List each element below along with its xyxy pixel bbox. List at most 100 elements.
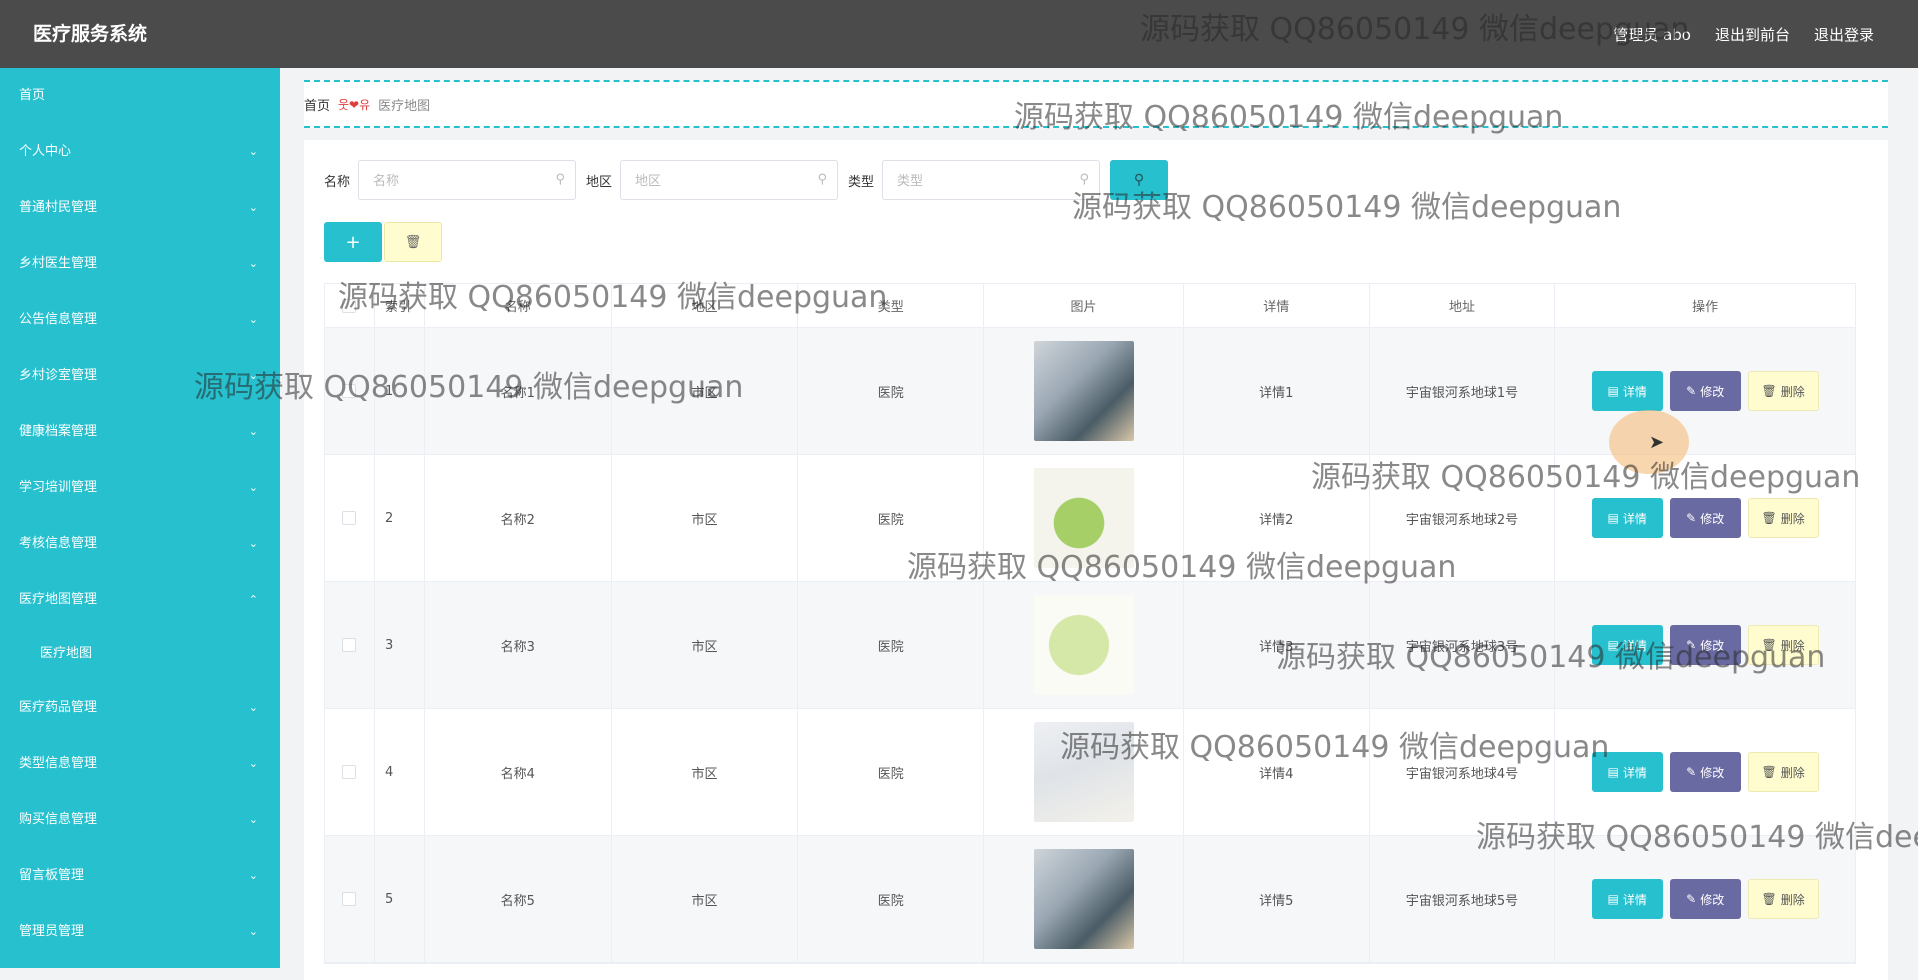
table-row: 3 名称3 市区 医院 详情3 宇宙银河系地球3号 ▤ 详情 ✎ 修改 🗑 删除 — [325, 582, 1855, 709]
delete-button[interactable]: 🗑 删除 — [1747, 752, 1819, 792]
row-name: 名称2 — [425, 455, 612, 581]
breadcrumb-home[interactable]: 首页 — [304, 95, 330, 114]
row-type: 医院 — [798, 836, 985, 962]
row-type: 医院 — [798, 582, 985, 708]
search-icon: ⚲ — [817, 172, 828, 187]
edit-button[interactable]: ✎ 修改 — [1669, 371, 1741, 411]
pencil-icon: ✎ — [1686, 511, 1697, 525]
row-region: 市区 — [612, 455, 799, 581]
sidebar-item-clinic[interactable]: 乡村诊室管理 ⌄ — [0, 348, 280, 404]
detail-button[interactable]: ▤ 详情 — [1591, 498, 1663, 538]
row-checkbox[interactable] — [342, 384, 357, 398]
sidebar-item-training[interactable]: 学习培训管理 ⌄ — [0, 460, 280, 516]
pencil-icon: ✎ — [1686, 384, 1697, 398]
sidebar-item-label: 医疗药品管理 — [19, 700, 98, 715]
row-address: 宇宙银河系地球1号 — [1370, 328, 1556, 454]
row-checkbox[interactable] — [342, 892, 357, 906]
delete-button[interactable]: 🗑 删除 — [1747, 879, 1819, 919]
sidebar-item-label: 学习培训管理 — [19, 480, 98, 495]
row-region: 市区 — [612, 709, 799, 835]
add-button[interactable]: + — [324, 222, 382, 262]
sidebar-item-health-record[interactable]: 健康档案管理 ⌄ — [0, 404, 280, 460]
map-thumbnail[interactable] — [1033, 341, 1134, 441]
sidebar-item-purchase[interactable]: 购买信息管理 ⌄ — [0, 792, 280, 848]
header-detail: 详情 — [1184, 284, 1370, 327]
sidebar-item-label: 留言板管理 — [19, 868, 85, 883]
row-checkbox[interactable] — [342, 511, 357, 525]
row-region: 市区 — [612, 582, 799, 708]
chevron-down-icon: ⌄ — [248, 869, 258, 882]
region-field: ⚲ — [620, 160, 839, 200]
sidebar-item-notice[interactable]: 公告信息管理 ⌄ — [0, 292, 280, 348]
row-name: 名称1 — [425, 328, 612, 454]
sidebar-item-admin[interactable]: 管理员管理 ⌄ — [0, 904, 280, 960]
row-image-cell — [984, 328, 1184, 454]
logout-link[interactable]: 退出登录 — [1814, 24, 1874, 45]
row-operations: ▤ 详情 ✎ 修改 🗑 删除 — [1555, 328, 1855, 454]
detail-button-label: 详情 — [1622, 384, 1647, 399]
toolbar: + 🗑 — [324, 222, 442, 262]
name-field: ⚲ — [358, 160, 577, 200]
detail-button[interactable]: ▤ 详情 — [1591, 371, 1663, 411]
type-input[interactable] — [883, 161, 1100, 199]
map-thumbnail[interactable] — [1033, 722, 1134, 822]
sidebar-item-type-info[interactable]: 类型信息管理 ⌄ — [0, 736, 280, 792]
row-checkbox[interactable] — [342, 638, 357, 652]
detail-button-label: 详情 — [1622, 511, 1647, 526]
delete-button[interactable]: 🗑 删除 — [1747, 371, 1819, 411]
row-index: 1 — [375, 328, 425, 454]
sidebar-item-label: 类型信息管理 — [19, 756, 98, 771]
detail-button-label: 详情 — [1622, 892, 1647, 907]
detail-button[interactable]: ▤ 详情 — [1591, 879, 1663, 919]
region-input[interactable] — [621, 161, 838, 199]
sidebar-item-villager[interactable]: 普通村民管理 ⌄ — [0, 180, 280, 236]
edit-button[interactable]: ✎ 修改 — [1669, 498, 1741, 538]
chevron-down-icon: ⌄ — [248, 257, 258, 270]
sidebar-item-medicine[interactable]: 医疗药品管理 ⌄ — [0, 680, 280, 736]
sidebar-item-label: 首页 — [19, 88, 46, 103]
map-thumbnail[interactable] — [1033, 849, 1134, 949]
sidebar-item-assessment[interactable]: 考核信息管理 ⌄ — [0, 516, 280, 572]
map-thumbnail[interactable] — [1033, 468, 1134, 568]
sidebar-item-doctor[interactable]: 乡村医生管理 ⌄ — [0, 236, 280, 292]
delete-button[interactable]: 🗑 删除 — [1747, 498, 1819, 538]
edit-button[interactable]: ✎ 修改 — [1669, 752, 1741, 792]
edit-button[interactable]: ✎ 修改 — [1669, 625, 1741, 665]
map-thumbnail[interactable] — [1033, 595, 1134, 695]
header-image: 图片 — [984, 284, 1184, 327]
select-all-checkbox[interactable] — [342, 298, 357, 313]
edit-button-label: 修改 — [1700, 511, 1725, 526]
batch-delete-button[interactable]: 🗑 — [384, 222, 442, 262]
edit-button[interactable]: ✎ 修改 — [1669, 879, 1741, 919]
detail-button[interactable]: ▤ 详情 — [1591, 625, 1663, 665]
sidebar-item-label: 考核信息管理 — [19, 536, 98, 551]
breadcrumb-separator-icon: 웃❤유 — [338, 97, 371, 112]
trash-icon: 🗑 — [1761, 765, 1777, 779]
current-user: 管理员 abo — [1613, 25, 1691, 44]
chevron-down-icon: ⌄ — [248, 481, 258, 494]
main-content: 首页 웃❤유 医疗地图 名称 ⚲ 地区 ⚲ 类型 ⚲ ⚲ + 🗑 — [280, 68, 1918, 980]
sidebar-item-message-board[interactable]: 留言板管理 ⌄ — [0, 848, 280, 904]
detail-button[interactable]: ▤ 详情 — [1591, 752, 1663, 792]
breadcrumb-current: 医疗地图 — [378, 98, 431, 114]
row-operations: ▤ 详情 ✎ 修改 🗑 删除 — [1555, 709, 1855, 835]
pencil-icon: ✎ — [1686, 892, 1697, 906]
row-image-cell — [984, 582, 1184, 708]
name-input[interactable] — [359, 161, 576, 199]
to-front-link[interactable]: 退出到前台 — [1715, 24, 1790, 45]
row-checkbox[interactable] — [342, 765, 357, 779]
sidebar-item-home[interactable]: 首页 — [0, 68, 280, 124]
search-button[interactable]: ⚲ — [1110, 160, 1169, 200]
sidebar-subitem-medical-map[interactable]: 医疗地图 — [0, 628, 280, 680]
delete-button[interactable]: 🗑 删除 — [1747, 625, 1819, 665]
header-type: 类型 — [798, 284, 985, 327]
row-address: 宇宙银河系地球5号 — [1370, 836, 1556, 962]
document-icon: ▤ — [1607, 765, 1619, 779]
sidebar-item-label: 乡村医生管理 — [19, 256, 98, 271]
sidebar-item-medical-map[interactable]: 医疗地图管理 ⌃ — [0, 572, 280, 628]
chevron-down-icon: ⌄ — [248, 925, 258, 938]
row-type: 医院 — [798, 709, 985, 835]
sidebar-item-personal-center[interactable]: 个人中心 ⌄ — [0, 124, 280, 180]
row-address: 宇宙银河系地球3号 — [1370, 582, 1556, 708]
row-name: 名称3 — [425, 582, 612, 708]
